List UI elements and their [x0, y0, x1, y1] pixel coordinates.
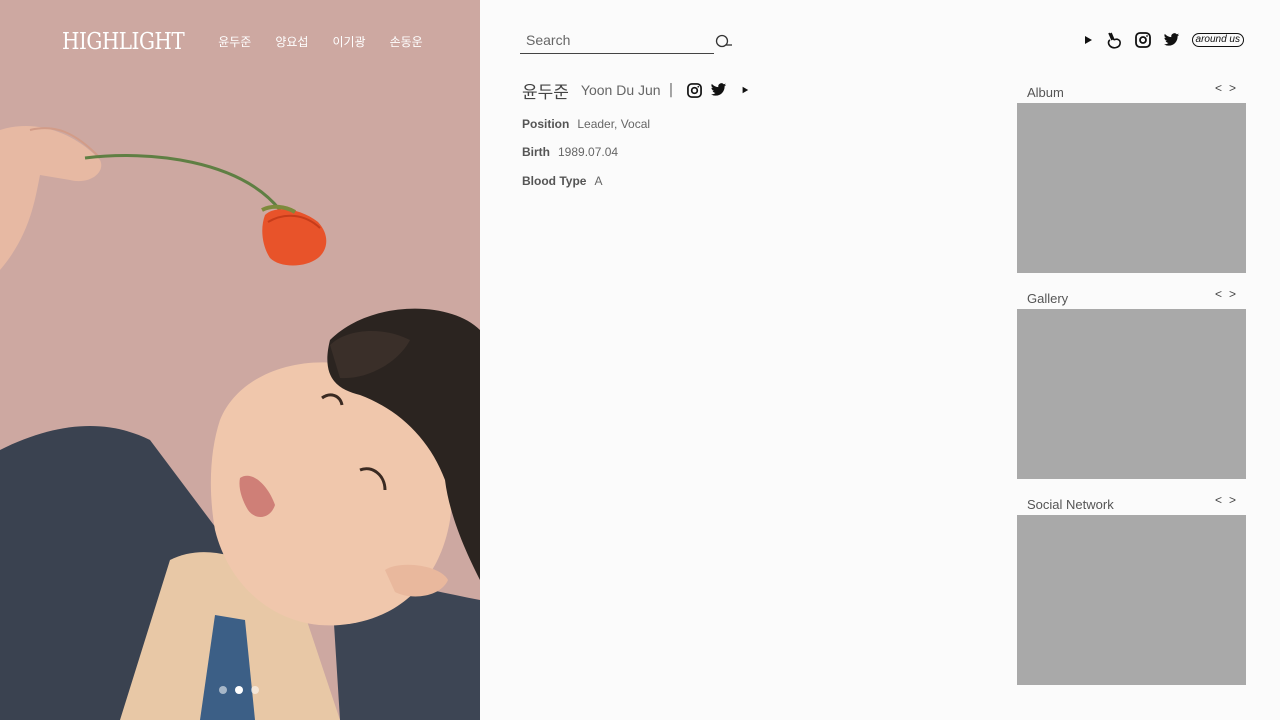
- album-content[interactable]: [1017, 103, 1246, 273]
- gallery-title: Gallery: [1027, 291, 1069, 306]
- position-value: Leader, Vocal: [577, 117, 651, 131]
- top-social-links: around us: [1083, 29, 1244, 51]
- youtube-icon[interactable]: [741, 86, 749, 94]
- search-input[interactable]: [520, 28, 710, 52]
- nav-item-yoon-dujun[interactable]: 윤두준: [218, 33, 251, 50]
- vlive-icon[interactable]: [1105, 30, 1123, 50]
- twitter-icon[interactable]: [710, 83, 727, 97]
- social-network-arrows: < >: [1215, 493, 1236, 507]
- social-network-prev-button[interactable]: <: [1215, 493, 1222, 507]
- member-name-korean: 윤두준: [522, 82, 569, 103]
- social-network-next-button[interactable]: >: [1229, 493, 1236, 507]
- highlight-logo[interactable]: HIGHLIGHT: [62, 27, 185, 55]
- album-prev-button[interactable]: <: [1215, 81, 1222, 95]
- main-navigation: HIGHLIGHT 윤두준 양요섭 이기광 손동운: [62, 27, 447, 55]
- birth-value: 1989.07.04: [558, 145, 619, 159]
- member-name-english: Yoon Du Jun: [580, 82, 661, 98]
- profile-header: 윤두준 Yoon Du Jun |: [522, 78, 757, 103]
- name-separator: |: [668, 82, 674, 98]
- search-icon[interactable]: [714, 33, 734, 51]
- twitter-icon[interactable]: [1163, 33, 1180, 47]
- nav-item-yang-yoseob[interactable]: 양요섭: [275, 33, 308, 50]
- around-us-logo[interactable]: around us: [1191, 33, 1244, 47]
- carousel-pagination: [219, 686, 259, 694]
- hero-photo: [0, 0, 480, 720]
- album-arrows: < >: [1215, 81, 1236, 95]
- youtube-icon[interactable]: [1083, 35, 1093, 45]
- social-network-content[interactable]: [1017, 515, 1246, 685]
- instagram-icon[interactable]: [1134, 32, 1151, 48]
- album-next-button[interactable]: >: [1229, 81, 1236, 95]
- nav-item-son-dongwoon[interactable]: 손동운: [390, 33, 423, 50]
- carousel-dot-active[interactable]: [235, 686, 243, 694]
- carousel-dot[interactable]: [219, 686, 227, 694]
- blood-type-value: A: [594, 174, 603, 188]
- gallery-arrows: < >: [1215, 287, 1236, 301]
- position-row: Position Leader, Vocal: [522, 117, 650, 131]
- gallery-prev-button[interactable]: <: [1215, 287, 1222, 301]
- gallery-next-button[interactable]: >: [1229, 287, 1236, 301]
- social-network-title: Social Network: [1027, 497, 1114, 512]
- instagram-icon[interactable]: [687, 82, 703, 98]
- carousel-dot[interactable]: [251, 686, 259, 694]
- birth-label: Birth: [522, 145, 550, 159]
- position-label: Position: [522, 117, 570, 131]
- nav-item-lee-gikwang[interactable]: 이기광: [332, 33, 365, 50]
- search-bar: [520, 28, 714, 54]
- gallery-content[interactable]: [1017, 309, 1246, 479]
- album-title: Album: [1027, 85, 1064, 100]
- blood-type-label: Blood Type: [522, 174, 587, 188]
- blood-type-row: Blood Type A: [522, 174, 602, 188]
- birth-row: Birth 1989.07.04: [522, 145, 618, 159]
- hero-panel: HIGHLIGHT 윤두준 양요섭 이기광 손동운: [0, 0, 480, 720]
